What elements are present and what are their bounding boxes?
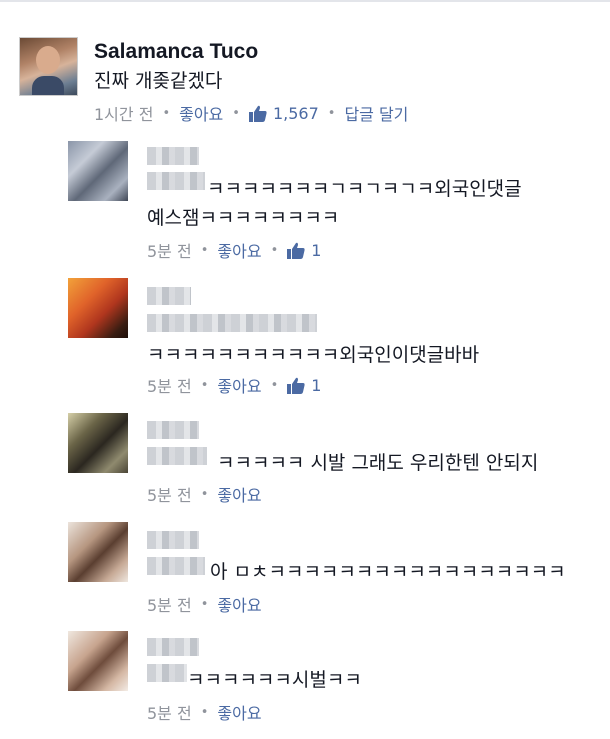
like-button[interactable]: 좋아요 (217, 482, 261, 506)
like-button[interactable]: 좋아요 (179, 101, 223, 125)
reply-text: ㅋㅋㅋㅋㅋㅋ시벌ㅋㅋ (187, 669, 362, 691)
comment-time[interactable]: 5분 전 (147, 592, 192, 616)
blurred-author-name[interactable] (147, 172, 205, 190)
reply-text: 예스잼ㅋㅋㅋㅋㅋㅋㅋㅋ (147, 207, 340, 229)
separator-dot: • (200, 242, 209, 258)
blurred-author-name[interactable] (147, 147, 199, 165)
separator-dot: • (327, 105, 336, 121)
like-button[interactable]: 좋아요 (217, 373, 261, 397)
like-count[interactable]: 1 (311, 376, 321, 395)
blurred-author-name[interactable] (147, 557, 205, 575)
reply-text: 아 ㅁㅊㅋㅋㅋㅋㅋㅋㅋㅋㅋㅋㅋㅋㅋㅋㅋㅋㅋ (210, 561, 566, 583)
reply-button[interactable]: 답글 달기 (344, 101, 408, 125)
like-count[interactable]: 1,567 (273, 104, 319, 123)
reply-avatar[interactable] (68, 631, 128, 691)
comment-time[interactable]: 5분 전 (147, 373, 192, 397)
blurred-author-name[interactable] (147, 664, 187, 682)
separator-dot: • (232, 105, 240, 121)
reply-meta: 5분 전 • 좋아요 (147, 592, 262, 616)
comment-time[interactable]: 5분 전 (147, 700, 192, 724)
blurred-author-name[interactable] (147, 531, 199, 549)
reply-avatar[interactable] (68, 141, 128, 201)
comment-time[interactable]: 5분 전 (147, 238, 192, 262)
blurred-author-name[interactable] (147, 447, 207, 465)
like-button[interactable]: 좋아요 (217, 592, 261, 616)
separator-dot: • (270, 242, 279, 258)
reply-meta: 5분 전 • 좋아요 (147, 700, 262, 724)
reply-text: ㅋㅋㅋㅋㅋㅋㅋㄱㅋㄱㅋㄱㅋ외국인댓글 (207, 178, 522, 200)
reply-avatar[interactable] (68, 522, 128, 582)
reply-meta: 5분 전 • 좋아요 • 1 (147, 373, 321, 397)
blurred-author-name[interactable] (147, 421, 199, 439)
thumbs-up-icon (287, 377, 305, 394)
separator-dot: • (162, 105, 171, 121)
main-commenter-name[interactable]: Salamanca Tuco (94, 40, 258, 64)
like-button[interactable]: 좋아요 (217, 700, 261, 724)
thumbs-up-icon (248, 105, 267, 122)
separator-dot: • (200, 377, 209, 393)
like-count[interactable]: 1 (311, 241, 321, 260)
reply-text: ㅋㅋㅋㅋㅋ 시발 그래도 우리한텐 안되지 (217, 452, 539, 474)
reply-meta: 5분 전 • 좋아요 (147, 482, 262, 506)
thumbs-up-icon (287, 242, 305, 259)
separator-dot: • (200, 596, 209, 612)
main-comment-text: 진짜 개좆같겠다 (94, 70, 223, 92)
main-comment-meta: 1시간 전 • 좋아요 • 1,567 • 답글 달기 (94, 101, 408, 125)
like-button[interactable]: 좋아요 (217, 238, 261, 262)
separator-dot: • (200, 704, 209, 720)
reply-meta: 5분 전 • 좋아요 • 1 (147, 238, 321, 262)
separator-dot: • (270, 377, 279, 393)
separator-dot: • (200, 486, 209, 502)
blurred-author-name[interactable] (147, 638, 199, 656)
reply-text: ㅋㅋㅋㅋㅋㅋㅋㅋㅋㅋㅋ외국인이댓글바바 (147, 344, 480, 366)
blurred-author-name[interactable] (147, 287, 191, 305)
comment-time[interactable]: 1시간 전 (94, 101, 153, 125)
top-divider (0, 0, 610, 2)
comment-time[interactable]: 5분 전 (147, 482, 192, 506)
main-commenter-avatar[interactable] (19, 37, 78, 96)
reply-avatar[interactable] (68, 278, 128, 338)
reply-avatar[interactable] (68, 413, 128, 473)
blurred-author-name[interactable] (147, 314, 317, 332)
